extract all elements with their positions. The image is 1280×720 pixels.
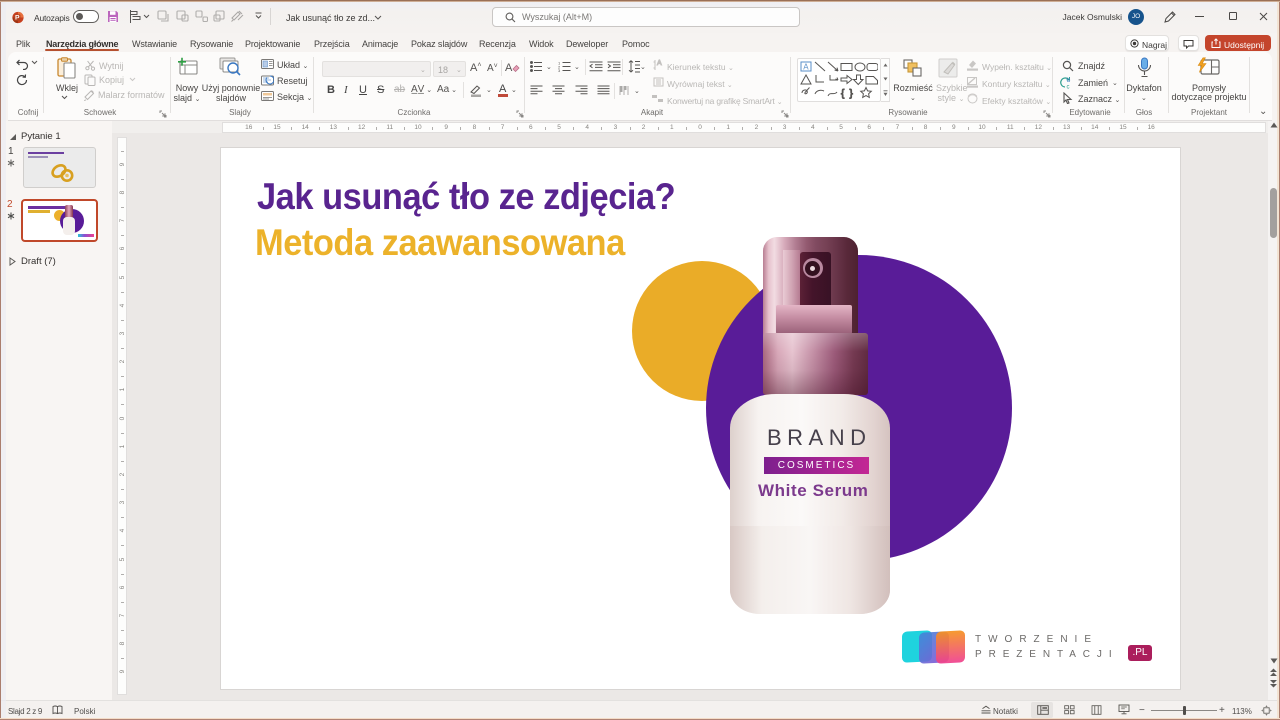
svg-text:3: 3 — [558, 68, 561, 72]
svg-text:{: { — [841, 89, 845, 100]
svg-text:A: A — [657, 60, 662, 67]
svg-text:A: A — [803, 63, 809, 72]
svg-text:P: P — [15, 15, 20, 22]
svg-text:}: } — [850, 89, 854, 100]
svg-text:c: c — [1067, 85, 1070, 90]
svg-text:b: b — [1067, 78, 1071, 84]
